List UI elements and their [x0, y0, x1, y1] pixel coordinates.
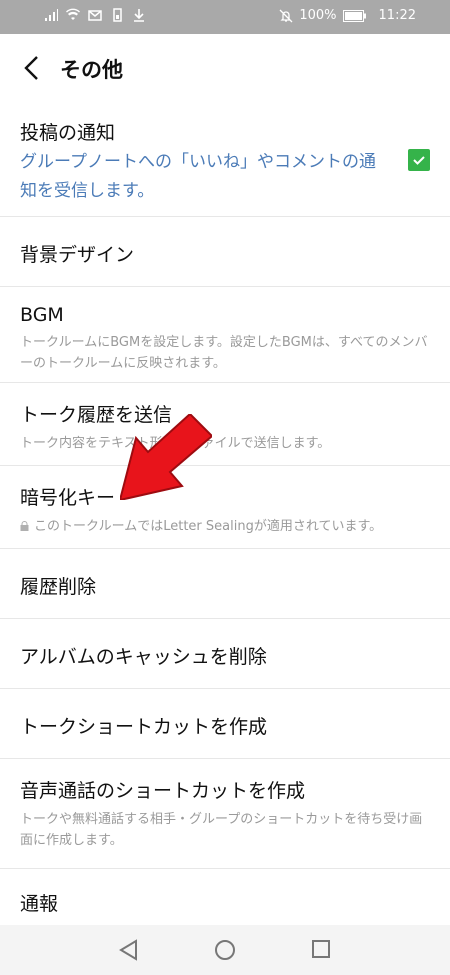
- list-item-delete-album-cache[interactable]: アルバムのキャッシュを削除: [0, 619, 450, 689]
- item-title: 通報: [20, 893, 59, 915]
- item-title: 履歴削除: [20, 576, 97, 598]
- item-description-row: このトークルームではLetter Sealingが適用されています。: [20, 516, 430, 537]
- list-item-report[interactable]: 通報: [0, 869, 450, 929]
- item-title: トーク履歴を送信: [20, 404, 173, 426]
- item-title: 暗号化キー: [20, 487, 116, 509]
- item-description: このトークルームではLetter Sealingが適用されています。: [34, 519, 383, 534]
- check-icon: [413, 156, 425, 165]
- item-title: BGM: [20, 304, 64, 326]
- list-item-delete-history[interactable]: 履歴削除: [0, 549, 450, 619]
- status-left-icons: [44, 8, 146, 22]
- list-item-background-design[interactable]: 背景デザイン: [0, 217, 450, 287]
- item-description: トークルームにBGMを設定します。設定したBGMは、すべてのメンバーのトークルー…: [20, 335, 428, 371]
- chevron-left-icon[interactable]: [20, 54, 44, 82]
- item-title: 音声通話のショートカットを作成: [20, 780, 306, 802]
- item-title: トークショートカットを作成: [20, 716, 268, 738]
- signal-icon: [45, 9, 58, 21]
- list-item-create-call-shortcut[interactable]: 音声通話のショートカットを作成 トークや無料通話する相手・グループのショートカッ…: [0, 759, 450, 869]
- post-notification-checkbox[interactable]: [408, 149, 430, 171]
- recents-square-icon[interactable]: [311, 939, 331, 959]
- status-right: 100% 11:22: [279, 8, 416, 23]
- header: その他: [0, 34, 450, 104]
- list-item-create-chat-shortcut[interactable]: トークショートカットを作成: [0, 689, 450, 759]
- list-item-encryption-key[interactable]: 暗号化キー このトークルームではLetter Sealingが適用されています。: [0, 466, 450, 549]
- battery-icon: [342, 9, 366, 22]
- item-description: トーク内容をテキスト形式のファイルで送信します。: [20, 436, 331, 451]
- item-description: トークや無料通話する相手・グループのショートカットを待ち受け画面に作成します。: [20, 812, 423, 848]
- clock: 11:22: [378, 8, 416, 23]
- back-triangle-icon[interactable]: [118, 939, 138, 961]
- list-item-send-chat-history[interactable]: トーク履歴を送信 トーク内容をテキスト形式のファイルで送信します。: [0, 383, 450, 466]
- wifi-icon: [66, 8, 80, 20]
- item-title: アルバムのキャッシュを削除: [20, 646, 267, 668]
- download-icon: [134, 9, 144, 22]
- battery-small-icon: [113, 8, 122, 22]
- battery-percent: 100%: [299, 8, 337, 23]
- item-title: 投稿の通知: [20, 122, 116, 144]
- home-circle-icon[interactable]: [214, 939, 236, 961]
- mute-icon: [279, 9, 293, 22]
- settings-list: 投稿の通知 グループノートへの「いいね」やコメントの通知を受信します。 背景デザ…: [0, 104, 450, 929]
- mail-icon: [88, 10, 102, 21]
- page-title: その他: [60, 58, 123, 82]
- item-title: 背景デザイン: [20, 244, 135, 266]
- lock-icon: [20, 521, 29, 531]
- item-description: グループノートへの「いいね」やコメントの通知を受信します。: [20, 152, 376, 201]
- status-bar: 100% 11:22: [0, 0, 450, 34]
- system-nav-bar: [0, 925, 450, 975]
- list-item-bgm[interactable]: BGM トークルームにBGMを設定します。設定したBGMは、すべてのメンバーのト…: [0, 287, 450, 383]
- list-item-post-notification[interactable]: 投稿の通知 グループノートへの「いいね」やコメントの通知を受信します。: [0, 104, 450, 217]
